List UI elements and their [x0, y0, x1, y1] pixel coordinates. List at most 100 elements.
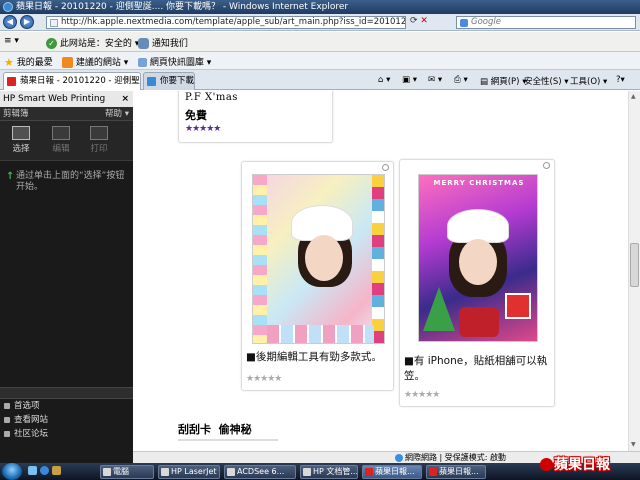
app-card-top[interactable]: P.F X'mas 免費 ★★★★★ — [178, 91, 333, 143]
page-icon — [50, 19, 58, 27]
zoom-icon[interactable] — [543, 162, 550, 169]
scroll-up-icon[interactable]: ▲ — [631, 93, 638, 100]
tab-download[interactable]: 你要下載... — [143, 72, 195, 90]
preferences-link[interactable]: 首选项 — [0, 399, 133, 413]
preferences-label: 首选项 — [14, 401, 40, 411]
feeds-icon[interactable]: ▣ ▾ — [402, 75, 417, 85]
web-slice-button[interactable]: 網頁快訊圖庫 ▾ — [138, 55, 211, 68]
help-icon[interactable]: ?▾ — [616, 75, 625, 85]
globe-icon — [395, 453, 403, 462]
favorites-bar: ★ 我的最愛 建議的網站 ▾ 網頁快訊圖庫 ▾ — [0, 52, 640, 70]
community-forum-link[interactable]: 社区论坛 — [0, 427, 133, 441]
forward-button[interactable]: ▶ — [20, 15, 34, 29]
taskbar-button-hp-laserjet[interactable]: HP LaserJet — [158, 465, 220, 479]
suggested-label: 建議的網站 — [75, 58, 121, 68]
print-label: 打印 — [90, 144, 108, 154]
search-input[interactable]: Google — [456, 16, 636, 29]
app-screenshot-image[interactable]: MERRY CHRISTMAS — [418, 174, 538, 342]
taskbar-button-acdsee[interactable]: ACDSee 6... — [224, 465, 296, 479]
select-label: 选择 — [12, 144, 30, 154]
taskbar-button-hp-docs[interactable]: HP 文档管... — [300, 465, 358, 479]
edit-button[interactable]: 编辑 — [44, 125, 78, 157]
christmas-tree-icon — [423, 287, 455, 331]
star-icon: ★ — [4, 55, 14, 69]
edit-label: 编辑 — [52, 144, 70, 154]
photo-face — [305, 235, 343, 281]
help-label: 帮助 — [105, 109, 123, 119]
select-button[interactable]: 选择 — [4, 125, 38, 157]
page-menu-label: 網頁(P) — [490, 77, 520, 87]
photo-hat — [447, 209, 509, 243]
pane-links: 首选项 查看网站 社区论坛 — [0, 387, 133, 441]
page-menu[interactable]: ▤ 網頁(P) ▾ — [480, 75, 526, 87]
ie-tab-favicon — [147, 77, 156, 86]
notify-label: 通知我们 — [151, 39, 188, 49]
scroll-down-icon[interactable]: ▼ — [631, 441, 638, 448]
pane-divider — [0, 387, 133, 399]
stop-icon[interactable]: ✕ — [420, 16, 428, 26]
address-bar[interactable]: http://hk.apple.nextmedia.com/template/a… — [46, 16, 406, 29]
gear-icon — [4, 403, 10, 409]
favorites-button[interactable]: ★ 我的最愛 — [4, 55, 53, 69]
show-desktop-icon[interactable] — [28, 466, 37, 475]
start-button[interactable] — [2, 463, 22, 480]
ie-icon — [3, 2, 13, 12]
suggested-sites-icon — [62, 57, 73, 68]
notify-button[interactable]: 通知我们 — [138, 36, 188, 49]
view-website-link[interactable]: 查看网站 — [0, 413, 133, 427]
page-content: P.F X'mas 免費 ★★★★★ ■後期編輯工具有勁多款式。 ★★★★★ M… — [133, 91, 628, 451]
apple-daily-watermark: 蘋果日報 — [540, 452, 638, 478]
taskbar-button-apple-daily-1[interactable]: 蘋果日報... — [362, 465, 422, 479]
ie-quicklaunch-icon[interactable] — [40, 466, 49, 475]
suggested-sites-button[interactable]: 建議的網站 ▾ — [62, 55, 128, 68]
scrollbar-thumb[interactable] — [630, 243, 639, 287]
screenshot-caption: ■後期編輯工具有勁多款式。 — [246, 351, 382, 363]
page-scrollbar[interactable]: ▲ ▼ — [628, 91, 640, 451]
refresh-icon[interactable]: ⟳ — [410, 16, 418, 26]
apple-daily-icon — [365, 468, 373, 476]
tools-menu-label: 工具(O) — [570, 77, 601, 87]
print-icon[interactable]: ⎙ ▾ — [454, 75, 468, 85]
close-icon[interactable]: × — [121, 91, 129, 107]
check-icon: ✓ — [46, 38, 57, 49]
app-title: P.F X'mas — [185, 92, 238, 103]
print-button[interactable]: 打印 — [82, 125, 116, 157]
web-slice-label: 網頁快訊圖庫 — [149, 58, 204, 68]
address-row: ◀ ▶ http://hk.apple.nextmedia.com/templa… — [0, 14, 640, 31]
taskbar-button-computer[interactable]: 電腦 — [100, 465, 154, 479]
web-slice-icon — [138, 58, 147, 67]
taskbar-label: HP LaserJet — [171, 467, 217, 476]
security-toolbar: ≡ ▾ ✓ 此网站是：安全的 ▾ 通知我们 — [0, 32, 640, 52]
toolbar-menu-icon[interactable]: ≡ ▾ — [4, 36, 19, 46]
site-status-button[interactable]: ✓ 此网站是：安全的 ▾ — [46, 36, 139, 49]
taskbar-label: ACDSee 6... — [237, 467, 285, 476]
address-url: http://hk.apple.nextmedia.com/template/a… — [61, 17, 406, 27]
tools-menu[interactable]: 工具(O) ▾ — [570, 75, 607, 87]
computer-icon — [103, 468, 111, 476]
photo-frame-strip — [372, 175, 384, 343]
tab-apple-daily[interactable]: 蘋果日報 - 20101220 - 迎側聖誕... — [3, 72, 141, 90]
safety-menu-label: 安全性(S) — [524, 77, 562, 87]
taskbar-label: 電腦 — [113, 467, 129, 476]
safety-menu[interactable]: 安全性(S) ▾ — [524, 75, 569, 87]
tab-label: 蘋果日報 - 20101220 - 迎側聖誕... — [20, 76, 140, 86]
back-button[interactable]: ◀ — [3, 15, 17, 29]
pane-title: HP Smart Web Printing — [3, 94, 106, 104]
zoom-icon[interactable] — [382, 164, 389, 171]
mail-icon[interactable]: ✉ ▾ — [428, 75, 442, 85]
screenshot-card-right[interactable]: MERRY CHRISTMAS ■有 iPhone，貼紙相舖可以執笠。 ★★★★… — [399, 159, 555, 407]
taskbar-button-apple-daily-2[interactable]: 蘋果日報... — [426, 465, 486, 479]
print-icon — [90, 126, 108, 140]
tab-row: 蘋果日報 - 20101220 - 迎側聖誕... 你要下載... ⌂ ▾ ▣ … — [0, 70, 640, 90]
home-icon[interactable]: ⌂ ▾ — [378, 75, 390, 85]
arrow-up-icon: ↑ — [6, 171, 15, 182]
security-zone[interactable]: 網際網路 | 受保護模式: 啟動 — [395, 452, 506, 463]
explorer-quicklaunch-icon[interactable] — [52, 466, 61, 475]
section-title: 刮刮卡 偷神秘 — [178, 423, 252, 436]
forum-icon — [4, 431, 10, 437]
search-placeholder: Google — [471, 17, 501, 27]
app-screenshot-image[interactable] — [252, 174, 385, 344]
community-forum-label: 社区论坛 — [14, 429, 49, 439]
screenshot-card-left[interactable]: ■後期編輯工具有勁多款式。 ★★★★★ — [241, 161, 394, 391]
help-button[interactable]: 帮助 ▾ — [105, 107, 129, 121]
